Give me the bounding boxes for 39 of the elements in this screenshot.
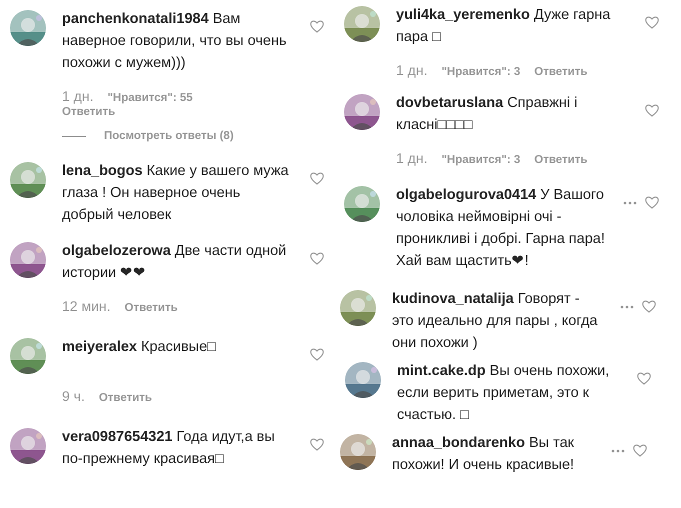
comment-text: mint.cake.dp Вы очень похожи, если верить приметам, это к счастью. □ [397, 362, 610, 425]
reply-link[interactable]: Ответить [534, 66, 588, 78]
reply-link[interactable]: Ответить [534, 154, 588, 166]
comment-text: olgabelogurova0414 У Вашого чоловіка неймовірні очі - проникливі і добрі. Гарна пара! Хай вам щастить❤! [396, 186, 606, 271]
comment-text: yuli4ka_yeremenko Дуже гарна пара □ [396, 6, 612, 47]
more-icon[interactable] [611, 448, 625, 452]
comment-text: lena_bogos Какие у вашего мужа глаза ! Он наверное очень добрый человек [62, 162, 290, 225]
reply-link[interactable]: Ответить [124, 302, 178, 314]
heart-icon[interactable] [310, 172, 324, 185]
heart-icon[interactable] [637, 372, 651, 385]
comment-time: 1 дн. [396, 62, 428, 78]
comment-time: 12 мин. [62, 298, 111, 314]
likes-count[interactable]: "Нравится": 55 [107, 92, 193, 104]
heart-icon[interactable] [310, 348, 324, 361]
comment-text: dovbetaruslana Справжні і класні□□□□ [396, 94, 578, 135]
more-icon[interactable] [623, 200, 637, 204]
likes-count[interactable]: "Нравится": 3 [441, 154, 520, 166]
comment-time: 1 дн. [62, 88, 94, 104]
heart-icon[interactable] [310, 438, 324, 451]
heart-icon[interactable] [645, 16, 659, 29]
comment-text: olgabelozerowa Две части одной истории ❤❤ [62, 242, 288, 283]
reply-link[interactable]: Ответить [98, 392, 152, 404]
comment-text: annaa_bondarenko Вы так похожи! И очень красивые! [392, 434, 576, 475]
likes-count[interactable]: "Нравится": 3 [441, 66, 520, 78]
comment-text: kudinova_natalija Говорят - это идеально для пары , когда они похожи ) [392, 290, 598, 353]
reply-link[interactable]: Ответить [62, 106, 116, 118]
comment-text: vera0987654321 Года идут,а вы по-прежнему красивая□ [62, 428, 276, 469]
heart-icon[interactable] [310, 20, 324, 33]
comment-text: meiyeralex Красивые□ [62, 338, 217, 357]
comment-time: 1 дн. [396, 150, 428, 166]
heart-icon[interactable] [645, 196, 659, 209]
heart-icon[interactable] [633, 444, 647, 457]
more-icon[interactable] [620, 304, 634, 308]
view-replies-link[interactable]: Посмотреть ответы (8) [104, 130, 234, 142]
heart-icon[interactable] [310, 252, 324, 265]
comment-time: 9 ч. [62, 388, 85, 404]
comment-text: panchenkonatali1984 Вам наверное говорили, что вы очень похожи с мужем))) [62, 10, 288, 73]
heart-icon[interactable] [642, 300, 656, 313]
heart-icon[interactable] [645, 104, 659, 117]
